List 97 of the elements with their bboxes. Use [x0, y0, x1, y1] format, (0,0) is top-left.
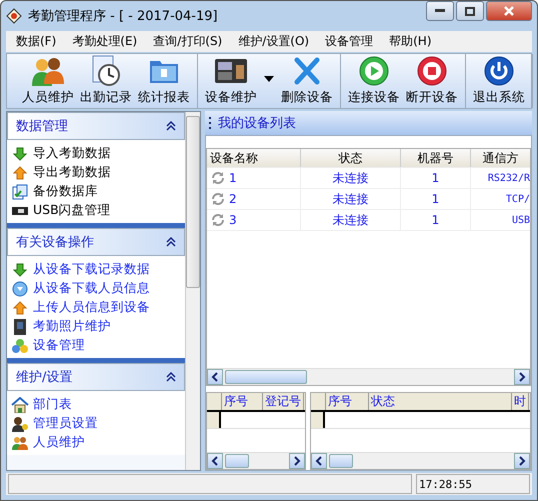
collapse-chevron-icon[interactable] [166, 372, 176, 382]
colored-balls-icon [11, 338, 29, 354]
horizontal-scrollbar[interactable] [311, 452, 530, 469]
toolbar-button[interactable]: 连接设备 [345, 54, 403, 108]
table-cell: 未连接 [301, 189, 401, 209]
document-check-icon [12, 184, 28, 200]
table-cell: TCP/ [471, 189, 530, 209]
scroll-left-icon[interactable] [311, 453, 327, 469]
up-arrow-icon [13, 300, 27, 314]
column-header[interactable]: 状态 [369, 393, 512, 410]
toolbar-button[interactable]: 退出系统 [470, 54, 528, 108]
person-key-icon [11, 416, 29, 432]
toolbar-button[interactable]: 人员维护 [19, 54, 77, 108]
collapse-chevron-icon[interactable] [166, 237, 176, 247]
toolbar-button[interactable]: 统计报表 [135, 54, 193, 108]
sidebar-link[interactable]: 部门表 [11, 395, 181, 414]
close-icon [503, 6, 515, 16]
sidebar-link[interactable]: 从设备下载记录数据 [11, 260, 181, 279]
table-cell: 1 [401, 189, 471, 209]
toolbar-button[interactable]: 删除设备 [278, 54, 336, 108]
column-header[interactable]: 时 [512, 393, 529, 410]
sidebar-link[interactable]: USB闪盘管理 [11, 201, 181, 220]
power-icon [482, 55, 516, 87]
table-cell: 未连接 [301, 168, 401, 188]
status-time: 17:28:55 [416, 474, 530, 494]
download-circle-icon [12, 280, 28, 296]
toolbar-button[interactable]: 设备维护 [202, 54, 260, 108]
people-icon [31, 55, 65, 87]
table-cell[interactable]: 2 [207, 189, 301, 209]
close-button[interactable] [486, 1, 532, 21]
refresh-icon [211, 171, 225, 185]
table-cell: RS232/R [471, 168, 530, 188]
table-cell: 未连接 [301, 210, 401, 230]
menu-item[interactable]: 考勤处理(E) [64, 33, 146, 50]
column-header[interactable]: 登记号 [263, 393, 304, 410]
table-cell[interactable]: 3 [207, 210, 301, 230]
play-icon [357, 55, 391, 87]
scroll-thumb[interactable] [329, 454, 353, 468]
house-icon [11, 396, 29, 412]
maximize-icon [465, 6, 475, 16]
usb-drive-icon [12, 206, 28, 216]
column-header[interactable]: 机器号 [401, 149, 471, 167]
refresh-icon [211, 213, 225, 227]
horizontal-scrollbar[interactable] [207, 368, 530, 385]
minimize-icon [435, 9, 445, 13]
column-header[interactable]: 序号 [326, 393, 369, 410]
scroll-left-icon[interactable] [207, 453, 223, 469]
column-header[interactable]: 通信方 [471, 149, 530, 167]
menu-item[interactable]: 维护/设置(O) [230, 33, 318, 50]
scroll-thumb[interactable] [225, 454, 249, 468]
sidebar-link[interactable]: 设备管理 [11, 336, 181, 355]
up-arrow-icon [13, 166, 27, 180]
table-cell: 1 [401, 168, 471, 188]
table-cell: 1 [401, 210, 471, 230]
stop-icon [415, 55, 449, 87]
sidebar-link[interactable]: 备份数据库 [11, 182, 181, 201]
toolbar-button[interactable]: 断开设备 [403, 54, 461, 108]
menu-item[interactable]: 帮助(H) [381, 33, 440, 50]
minimize-button[interactable] [426, 1, 454, 21]
sidebar-link[interactable]: 导入考勤数据 [11, 144, 181, 163]
section-header[interactable]: 维护/设置 [7, 363, 185, 391]
device-photo-icon [13, 318, 27, 334]
scroll-right-icon[interactable] [289, 453, 305, 469]
menu-item[interactable]: 查询/打印(S) [145, 33, 230, 50]
sidebar-link[interactable]: 导出考勤数据 [11, 163, 181, 182]
table-cell[interactable]: 1 [207, 168, 301, 188]
panel-title: 我的设备列表 [218, 115, 296, 132]
scroll-right-icon[interactable] [514, 369, 530, 385]
window-title: 考勤管理程序 - [ - 2017-04-19] [28, 8, 218, 25]
scroll-left-icon[interactable] [207, 369, 223, 385]
app-logo-icon [6, 8, 22, 24]
sidebar-link[interactable]: 上传人员信息到设备 [11, 298, 181, 317]
sidebar-link[interactable]: 考勤照片维护 [11, 317, 181, 336]
collapse-chevron-icon[interactable] [166, 121, 176, 131]
grip-dots-icon [209, 116, 212, 130]
refresh-icon [211, 192, 225, 206]
down-arrow-icon [13, 146, 27, 160]
maximize-button[interactable] [456, 1, 484, 21]
horizontal-scrollbar[interactable] [207, 452, 305, 469]
sidebar-link[interactable]: 管理员设置 [11, 414, 181, 433]
menu-item[interactable]: 数据(F) [8, 33, 64, 50]
sidebar-link[interactable]: 从设备下载人员信息 [11, 279, 181, 298]
scroll-right-icon[interactable] [514, 453, 530, 469]
section-header[interactable]: 数据管理 [7, 112, 185, 140]
table-cell: USB [471, 210, 530, 230]
down-arrow-icon [13, 262, 27, 276]
scroll-thumb[interactable] [225, 370, 307, 384]
section-header[interactable]: 有关设备操作 [7, 228, 185, 256]
column-header[interactable]: 设备名称 [207, 149, 301, 167]
toolbar-button[interactable]: 出勤记录 [77, 54, 135, 108]
vertical-scrollbar[interactable] [185, 112, 200, 470]
column-header[interactable]: 序号 [222, 393, 263, 410]
scroll-thumb[interactable] [186, 116, 200, 288]
people-icon [12, 436, 28, 450]
menu-item[interactable]: 设备管理 [317, 33, 382, 50]
column-header[interactable]: 状态 [301, 149, 401, 167]
sidebar-link[interactable]: 人员维护 [11, 433, 181, 452]
